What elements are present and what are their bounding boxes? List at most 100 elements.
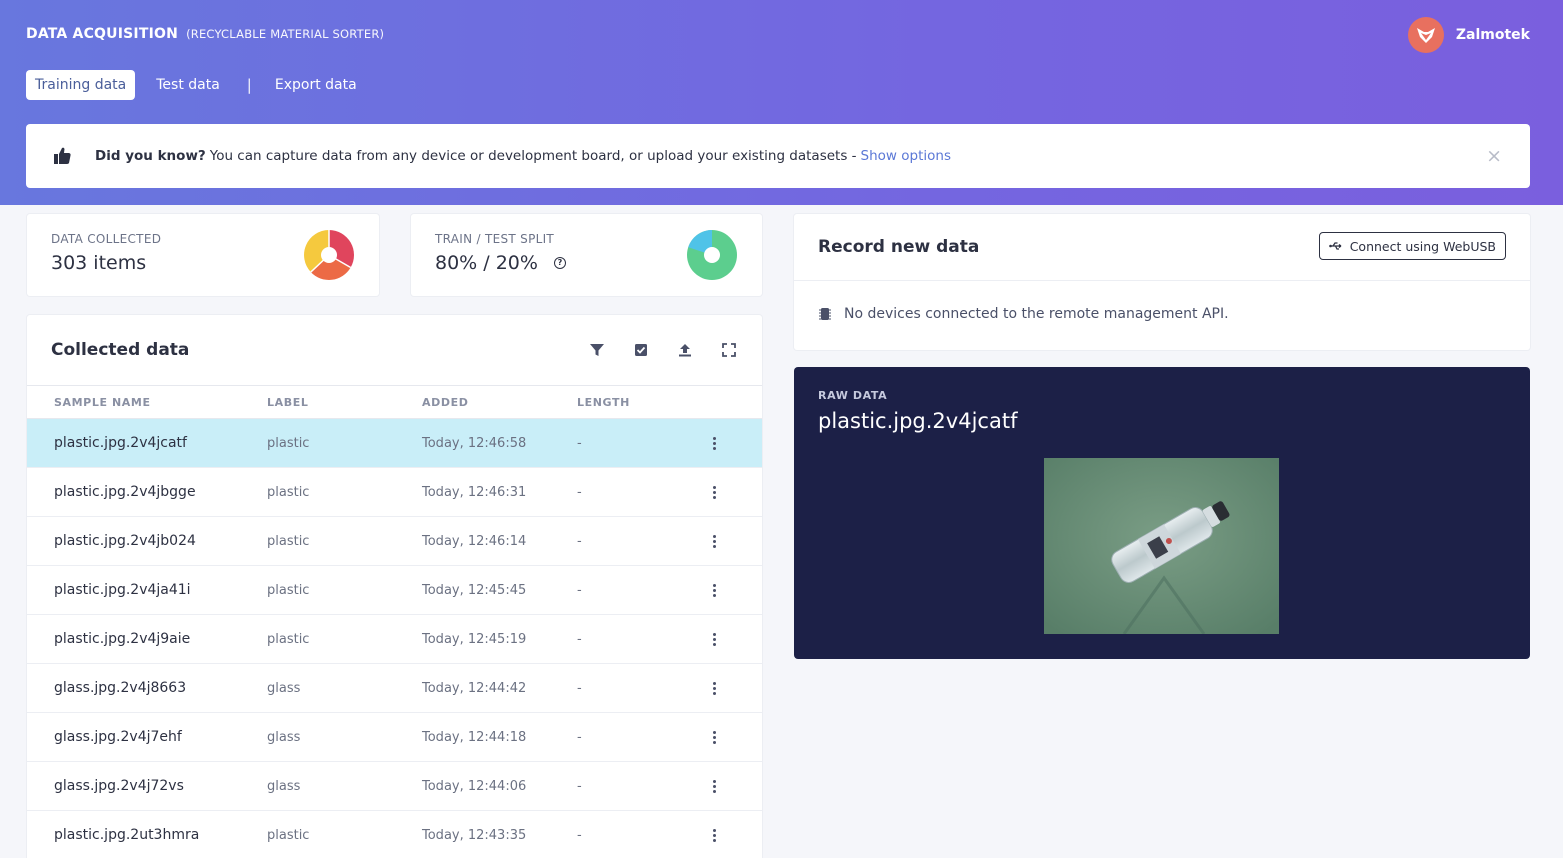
sample-length: - xyxy=(577,418,712,468)
sample-length: - xyxy=(577,810,712,858)
sample-label: plastic xyxy=(267,810,422,858)
split-label: TRAIN / TEST SPLIT xyxy=(435,232,555,246)
sample-added: Today, 12:43:35 xyxy=(422,810,577,858)
help-icon[interactable]: ? xyxy=(554,257,566,269)
tab-bar: Training data Test data | Export data xyxy=(26,70,378,100)
column-label[interactable]: LABEL xyxy=(267,385,422,419)
row-menu-icon[interactable] xyxy=(712,436,716,450)
sample-name[interactable]: plastic.jpg.2v4jcatf xyxy=(27,418,267,468)
samples-table: SAMPLE NAME LABEL ADDED LENGTH plastic.j… xyxy=(27,385,762,858)
sample-name[interactable]: plastic.jpg.2v4j9aie xyxy=(27,614,267,664)
sample-label: glass xyxy=(267,712,422,762)
sample-added: Today, 12:45:45 xyxy=(422,565,577,615)
tab-export-data[interactable]: Export data xyxy=(266,70,366,100)
did-you-know-banner: Did you know? You can capture data from … xyxy=(26,124,1530,188)
fullscreen-icon[interactable] xyxy=(720,341,738,359)
sample-label: glass xyxy=(267,761,422,811)
table-row[interactable]: plastic.jpg.2v4j9aie plastic Today, 12:4… xyxy=(27,614,762,664)
row-menu-icon[interactable] xyxy=(712,534,716,548)
sample-added: Today, 12:44:42 xyxy=(422,663,577,713)
connect-webusb-label: Connect using WebUSB xyxy=(1349,238,1496,254)
sample-length: - xyxy=(577,516,712,566)
tab-test-data[interactable]: Test data xyxy=(147,70,229,100)
table-row[interactable]: plastic.jpg.2v4jcatf plastic Today, 12:4… xyxy=(27,418,762,468)
record-title: Record new data xyxy=(818,237,980,257)
project-subtitle: (RECYCLABLE MATERIAL SORTER) xyxy=(186,27,385,41)
split-donut-icon xyxy=(687,230,737,280)
samples-table-wrapper: SAMPLE NAME LABEL ADDED LENGTH plastic.j… xyxy=(27,385,762,858)
row-menu-icon[interactable] xyxy=(712,828,716,842)
sample-added: Today, 12:44:18 xyxy=(422,712,577,762)
user-menu[interactable]: Zalmotek xyxy=(1407,17,1530,53)
column-actions xyxy=(712,385,762,419)
sample-added: Today, 12:46:31 xyxy=(422,467,577,517)
row-menu-icon[interactable] xyxy=(712,681,716,695)
raw-data-label: RAW DATA xyxy=(818,389,888,402)
tab-training-data[interactable]: Training data xyxy=(26,70,136,100)
connect-webusb-button[interactable]: Connect using WebUSB xyxy=(1318,232,1506,260)
chip-icon xyxy=(819,308,831,320)
data-collected-pie-icon xyxy=(304,230,354,280)
table-row[interactable]: plastic.jpg.2ut3hmra plastic Today, 12:4… xyxy=(27,810,762,858)
sample-added: Today, 12:45:19 xyxy=(422,614,577,664)
sample-name[interactable]: plastic.jpg.2v4jb024 xyxy=(27,516,267,566)
tab-separator: | xyxy=(246,76,252,94)
user-name[interactable]: Zalmotek xyxy=(1456,27,1530,43)
data-collected-label: DATA COLLECTED xyxy=(51,232,162,246)
split-value: 80% / 20% ? xyxy=(435,252,566,274)
record-new-data-panel: Record new data Connect using WebUSB No … xyxy=(794,214,1530,350)
close-icon[interactable]: × xyxy=(1486,145,1502,167)
sample-name[interactable]: glass.jpg.2v4j72vs xyxy=(27,761,267,811)
select-icon[interactable] xyxy=(632,341,650,359)
row-menu-icon[interactable] xyxy=(712,632,716,646)
row-menu-icon[interactable] xyxy=(712,583,716,597)
sample-length: - xyxy=(577,712,712,762)
sample-length: - xyxy=(577,663,712,713)
table-row[interactable]: plastic.jpg.2v4jb024 plastic Today, 12:4… xyxy=(27,516,762,566)
collected-data-toolbar xyxy=(588,341,738,359)
tip-heading: Did you know? xyxy=(95,148,206,164)
row-menu-icon[interactable] xyxy=(712,730,716,744)
sample-label: glass xyxy=(267,663,422,713)
row-menu-icon[interactable] xyxy=(712,779,716,793)
sample-length: - xyxy=(577,614,712,664)
filter-icon[interactable] xyxy=(588,341,606,359)
sample-added: Today, 12:46:14 xyxy=(422,516,577,566)
upload-icon[interactable] xyxy=(676,341,694,359)
table-header-row: SAMPLE NAME LABEL ADDED LENGTH xyxy=(27,385,762,419)
table-row[interactable]: glass.jpg.2v4j72vs glass Today, 12:44:06… xyxy=(27,761,762,811)
sample-label: plastic xyxy=(267,516,422,566)
sample-name[interactable]: plastic.jpg.2v4ja41i xyxy=(27,565,267,615)
usb-icon xyxy=(1328,242,1342,250)
data-collected-card: DATA COLLECTED 303 items xyxy=(27,214,379,296)
sample-name[interactable]: glass.jpg.2v4j7ehf xyxy=(27,712,267,762)
sample-image xyxy=(1044,458,1279,634)
sample-length: - xyxy=(577,761,712,811)
data-collected-value: 303 items xyxy=(51,252,147,274)
page-title: DATA ACQUISITION (RECYCLABLE MATERIAL SO… xyxy=(26,26,384,42)
table-row[interactable]: plastic.jpg.2v4jbgge plastic Today, 12:4… xyxy=(27,467,762,517)
sample-label: plastic xyxy=(267,565,422,615)
fox-logo-icon xyxy=(1416,28,1435,43)
sample-name[interactable]: plastic.jpg.2v4jbgge xyxy=(27,467,267,517)
avatar[interactable] xyxy=(1407,17,1444,53)
show-options-link[interactable]: Show options xyxy=(861,148,951,164)
table-row[interactable]: plastic.jpg.2v4ja41i plastic Today, 12:4… xyxy=(27,565,762,615)
column-sample-name[interactable]: SAMPLE NAME xyxy=(27,385,267,419)
row-menu-icon[interactable] xyxy=(712,485,716,499)
table-row[interactable]: glass.jpg.2v4j7ehf glass Today, 12:44:18… xyxy=(27,712,762,762)
table-row[interactable]: glass.jpg.2v4j8663 glass Today, 12:44:42… xyxy=(27,663,762,713)
sample-name[interactable]: glass.jpg.2v4j8663 xyxy=(27,663,267,713)
column-length[interactable]: LENGTH xyxy=(577,385,712,419)
sample-added: Today, 12:46:58 xyxy=(422,418,577,468)
sample-length: - xyxy=(577,565,712,615)
no-devices-text: No devices connected to the remote manag… xyxy=(844,306,1229,322)
sample-name[interactable]: plastic.jpg.2ut3hmra xyxy=(27,810,267,858)
no-devices-message: No devices connected to the remote manag… xyxy=(818,306,1229,322)
column-added[interactable]: ADDED xyxy=(422,385,577,419)
sample-length: - xyxy=(577,467,712,517)
tip-text: You can capture data from any device or … xyxy=(209,148,857,164)
raw-sample-name: plastic.jpg.2v4jcatf xyxy=(818,409,1018,433)
collected-data-title: Collected data xyxy=(51,340,190,360)
collected-data-panel: Collected data SAMPLE NAME LABEL ADDED L… xyxy=(27,315,762,858)
